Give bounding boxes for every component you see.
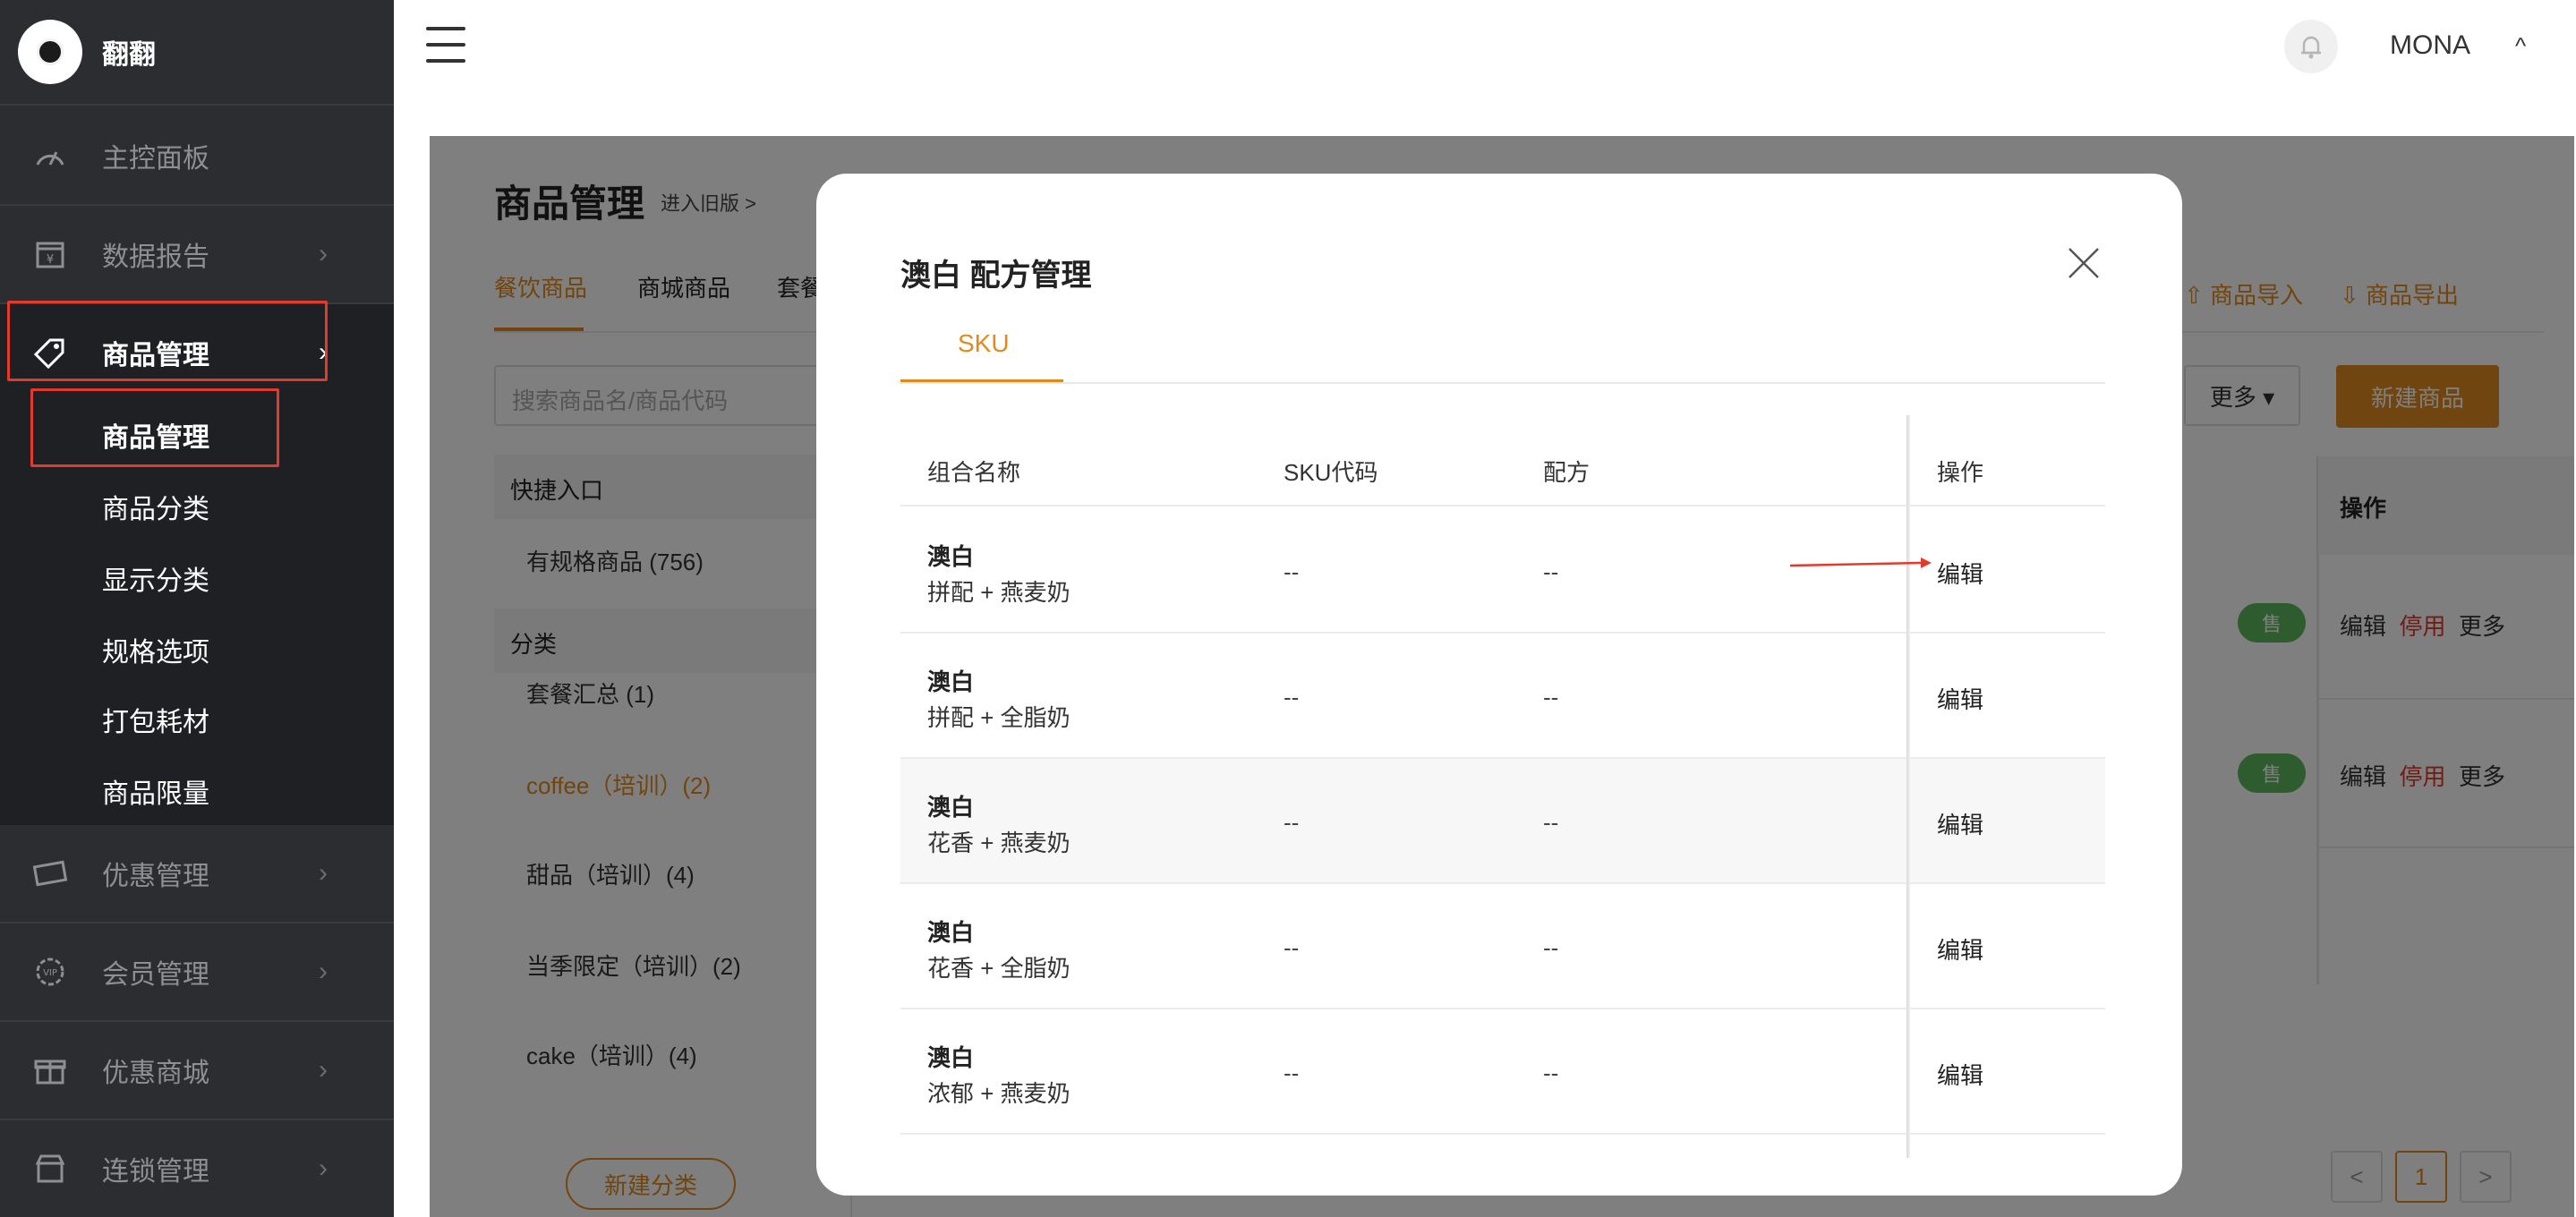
brand-name: 翻翻: [102, 40, 156, 70]
product-name: 澳白: [927, 1044, 975, 1071]
store-icon: [35, 1154, 65, 1183]
table-row: 澳白 拼配 + 全脂奶 -- -- 编辑: [900, 634, 2105, 759]
tabs-divider: [900, 382, 2105, 384]
chevron-right-icon: ›: [319, 957, 328, 986]
fixed-column-shadow: [1906, 415, 1910, 1158]
sku-code: --: [1284, 684, 1300, 711]
sidebar-item-label: 主控面板: [102, 144, 209, 174]
brand-header: 翻翻: [0, 0, 394, 106]
product-name: 澳白: [927, 668, 975, 695]
chevron-right-icon: ›: [319, 858, 328, 888]
sidebar-item-label: 优惠管理: [102, 862, 209, 891]
tab-sku[interactable]: SKU: [958, 329, 1010, 358]
dashboard-icon: [36, 151, 64, 166]
table-row: 澳白 花香 + 燕麦奶 -- -- 编辑: [900, 759, 2105, 884]
edit-link[interactable]: 编辑: [1937, 557, 1983, 590]
sidebar-item-label: 会员管理: [102, 960, 209, 990]
sidebar-item-mall[interactable]: 优惠商城 ›: [0, 1022, 394, 1120]
sidebar: 翻翻 主控面板 ¥ 数据报告 › 商品管理 › 商品管理 商品分类 显示分类 规…: [0, 0, 394, 1217]
product-name: 澳白: [927, 543, 975, 570]
vip-icon: VIP: [36, 957, 64, 986]
sku-code: --: [1284, 1060, 1300, 1086]
table-row: 澳白 浓郁 + 燕麦奶 -- -- 编辑: [900, 1009, 2105, 1135]
submenu-item-packaging[interactable]: 打包耗材: [102, 700, 209, 739]
annotation-arrow-icon: [1790, 557, 1932, 568]
table-header: 组合名称 SKU代码 配方 操作: [900, 415, 2105, 506]
recipe-modal: 澳白 配方管理 SKU 组合名称 SKU代码 配方 操作 澳白 拼配 + 燕麦奶…: [816, 174, 2182, 1196]
edit-link[interactable]: 编辑: [1937, 1058, 1983, 1091]
submenu-item-display-category[interactable]: 显示分类: [102, 558, 209, 598]
sku-code: --: [1284, 934, 1300, 961]
edit-link[interactable]: 编辑: [1937, 807, 1983, 840]
submenu-item-limit[interactable]: 商品限量: [102, 771, 209, 811]
coupon-icon: [32, 860, 68, 887]
highlight-box-submenu-goods: [30, 388, 279, 467]
chevron-right-icon: ›: [319, 1055, 328, 1085]
edit-link[interactable]: 编辑: [1937, 682, 1983, 715]
table-row: 澳白 花香 + 全脂奶 -- -- 编辑: [900, 884, 2105, 1009]
submenu-item-category[interactable]: 商品分类: [102, 487, 209, 526]
submenu-item-spec-options[interactable]: 规格选项: [102, 630, 209, 669]
sidebar-item-chain[interactable]: 连锁管理 ›: [0, 1120, 394, 1217]
sidebar-item-promotions[interactable]: 优惠管理 ›: [0, 825, 394, 923]
chevron-right-icon: ›: [319, 239, 328, 268]
column-header-ops: 操作: [1937, 459, 1984, 486]
report-icon: ¥: [36, 242, 64, 268]
highlight-box-goods: [7, 301, 328, 381]
sidebar-item-label: 连锁管理: [102, 1157, 209, 1187]
combo-name: 拼配 + 燕麦奶: [927, 579, 1070, 606]
sidebar-item-members[interactable]: VIP 会员管理 ›: [0, 923, 394, 1022]
sku-table: 组合名称 SKU代码 配方 操作 澳白 拼配 + 燕麦奶 -- -- 编辑 澳白…: [900, 415, 2105, 1158]
product-name: 澳白: [927, 794, 975, 821]
combo-name: 浓郁 + 燕麦奶: [927, 1080, 1070, 1107]
close-icon[interactable]: [2066, 245, 2102, 281]
brand-logo[interactable]: [18, 20, 82, 84]
recipe-value: --: [1543, 1060, 1559, 1086]
combo-name: 花香 + 燕麦奶: [927, 830, 1070, 856]
menu-toggle-icon[interactable]: [426, 27, 465, 63]
sidebar-item-dashboard[interactable]: 主控面板: [0, 107, 394, 206]
recipe-value: --: [1543, 684, 1559, 711]
recipe-value: --: [1543, 934, 1559, 961]
sidebar-item-reports[interactable]: ¥ 数据报告 ›: [0, 206, 394, 304]
sku-code: --: [1284, 809, 1300, 836]
svg-text:¥: ¥: [47, 253, 54, 267]
gift-icon: [34, 1060, 66, 1085]
sidebar-item-label: 优惠商城: [102, 1059, 209, 1088]
chevron-right-icon: ›: [319, 1153, 328, 1183]
caret-up-icon[interactable]: ^: [2515, 32, 2526, 60]
column-header-sku: SKU代码: [1284, 459, 1378, 486]
bell-icon[interactable]: [2284, 20, 2338, 73]
svg-text:VIP: VIP: [43, 968, 57, 978]
recipe-value: --: [1543, 809, 1559, 836]
sku-code: --: [1284, 558, 1300, 585]
recipe-value: --: [1543, 558, 1559, 585]
product-name: 澳白: [927, 919, 975, 946]
topbar: MONA ^: [394, 0, 2576, 136]
sidebar-item-label: 数据报告: [102, 243, 209, 272]
edit-link[interactable]: 编辑: [1937, 932, 1983, 966]
combo-name: 拼配 + 全脂奶: [927, 704, 1070, 731]
column-header-recipe: 配方: [1543, 459, 1591, 486]
column-header-name: 组合名称: [927, 459, 1021, 486]
user-name[interactable]: MONA: [2390, 30, 2470, 61]
combo-name: 花香 + 全脂奶: [927, 955, 1070, 982]
modal-title: 澳白 配方管理: [900, 259, 1092, 293]
